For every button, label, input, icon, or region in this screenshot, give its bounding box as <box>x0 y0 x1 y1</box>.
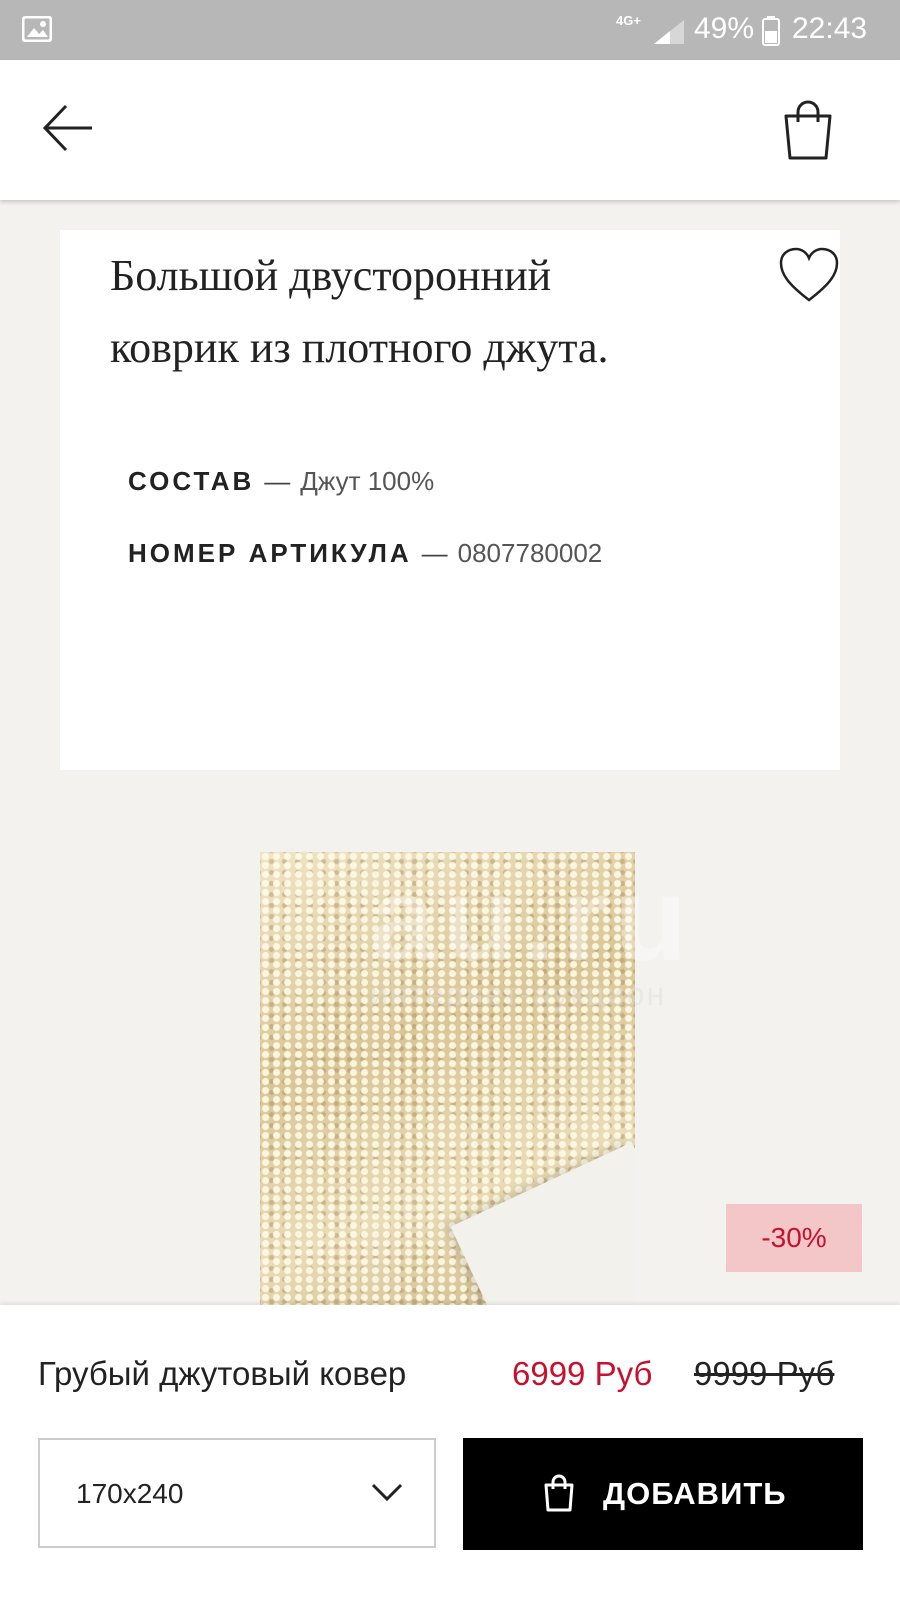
chevron-down-icon <box>371 1483 403 1502</box>
discount-badge: -30% <box>726 1204 862 1272</box>
spec-article-number: НОМЕР АРТИКУЛА — 0807780002 <box>128 538 602 569</box>
network-type: 4G+ <box>616 13 641 28</box>
app-header <box>0 60 900 200</box>
signal-icon <box>654 20 684 44</box>
shopping-bag-icon[interactable] <box>780 98 836 162</box>
status-bar: 4G+ 49% 22:43 <box>0 0 900 60</box>
purchase-bar: Грубый джутовый ковер 6999 Руб 9999 Руб … <box>0 1305 900 1600</box>
spec-label: СОСТАВ <box>128 466 255 496</box>
sale-price: 6999 Руб <box>512 1355 653 1392</box>
rug-fold <box>450 1142 635 1307</box>
size-select[interactable]: 170x240 <box>38 1438 436 1548</box>
spec-value: 0807780002 <box>457 538 603 568</box>
clock: 22:43 <box>792 12 868 45</box>
heart-icon[interactable] <box>778 246 840 304</box>
spec-label: НОМЕР АРТИКУЛА <box>128 538 412 568</box>
back-arrow-icon[interactable] <box>40 100 100 156</box>
watermark-sub: интернет-аукцион <box>370 976 667 1012</box>
description-line-1: Большой двусторонний <box>110 251 552 300</box>
add-button-label: ДОБАВИТЬ <box>603 1476 787 1511</box>
spec-composition: СОСТАВ — Джут 100% <box>128 466 434 497</box>
shopping-bag-icon <box>544 1474 574 1512</box>
size-value: 170x240 <box>76 1478 184 1509</box>
gallery-icon <box>22 16 52 42</box>
watermark: au.ru интернет-аукцион <box>370 850 770 1013</box>
description-line-2: коврик из плотного джута. <box>110 323 609 372</box>
spec-separator: — <box>421 538 448 568</box>
battery-percent: 49% <box>694 12 755 45</box>
product-description-card: Большой двусторонний коврик из плотного … <box>60 230 840 770</box>
watermark-main: au.ru <box>370 852 694 986</box>
old-price: 9999 Руб <box>694 1355 835 1392</box>
battery-icon <box>762 16 780 46</box>
spec-separator: — <box>264 466 291 496</box>
add-to-cart-button[interactable]: ДОБАВИТЬ <box>463 1438 863 1550</box>
spec-value: Джут 100% <box>300 466 435 496</box>
product-description: Большой двусторонний коврик из плотного … <box>110 240 750 384</box>
product-name: Грубый джутовый ковер <box>38 1355 407 1392</box>
